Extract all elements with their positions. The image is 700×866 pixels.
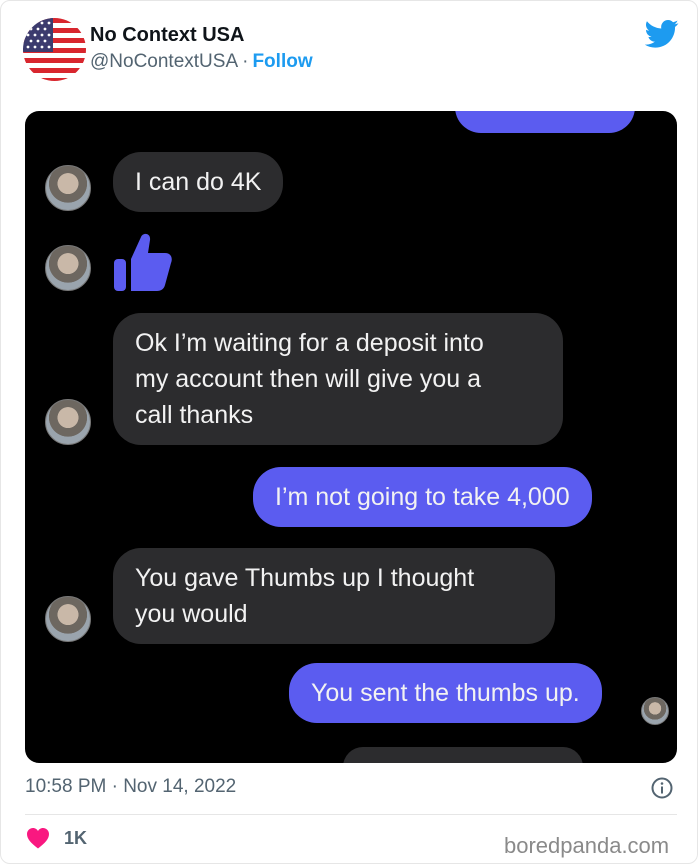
message-bubble: Ok I’m waiting for a deposit into my acc… — [113, 313, 563, 445]
sender-avatar — [45, 399, 91, 445]
usa-flag-avatar[interactable] — [23, 18, 86, 81]
tweet-card: No Context USA @NoContextUSA · Follow I ca… — [0, 0, 698, 864]
heart-icon[interactable] — [26, 827, 50, 849]
message-bubble: You gave Thumbs up I thought you would — [113, 548, 555, 644]
cutoff-outgoing-bubble — [455, 111, 635, 133]
read-receipt-avatar — [641, 697, 669, 725]
cutoff-incoming-bubble — [343, 747, 583, 763]
message-bubble: I can do 4K — [113, 152, 284, 212]
sender-avatar — [45, 165, 91, 211]
divider — [25, 814, 677, 815]
twitter-bird-icon[interactable] — [645, 19, 679, 49]
follow-button[interactable]: Follow — [252, 51, 312, 72]
sender-avatar — [45, 245, 91, 291]
thumbs-up-icon — [114, 233, 172, 291]
account-handle[interactable]: @NoContextUSA — [90, 51, 238, 72]
screenshot-image[interactable]: I can do 4K Ok I’m waiting for a deposit… — [25, 111, 677, 763]
account-name[interactable]: No Context USA — [90, 24, 244, 47]
sender-avatar — [45, 596, 91, 642]
like-count[interactable]: 1K — [64, 828, 87, 849]
message-bubble-outgoing: I’m not going to take 4,000 — [253, 467, 592, 527]
separator-dot: · — [242, 51, 249, 72]
message-bubble-outgoing: You sent the thumbs up. — [289, 663, 602, 723]
watermark: boredpanda.com — [504, 833, 670, 858]
handle-line: @NoContextUSA · Follow — [90, 51, 313, 73]
tweet-timestamp[interactable]: 10:58 PM · Nov 14, 2022 — [25, 776, 236, 798]
info-icon[interactable] — [651, 777, 673, 799]
